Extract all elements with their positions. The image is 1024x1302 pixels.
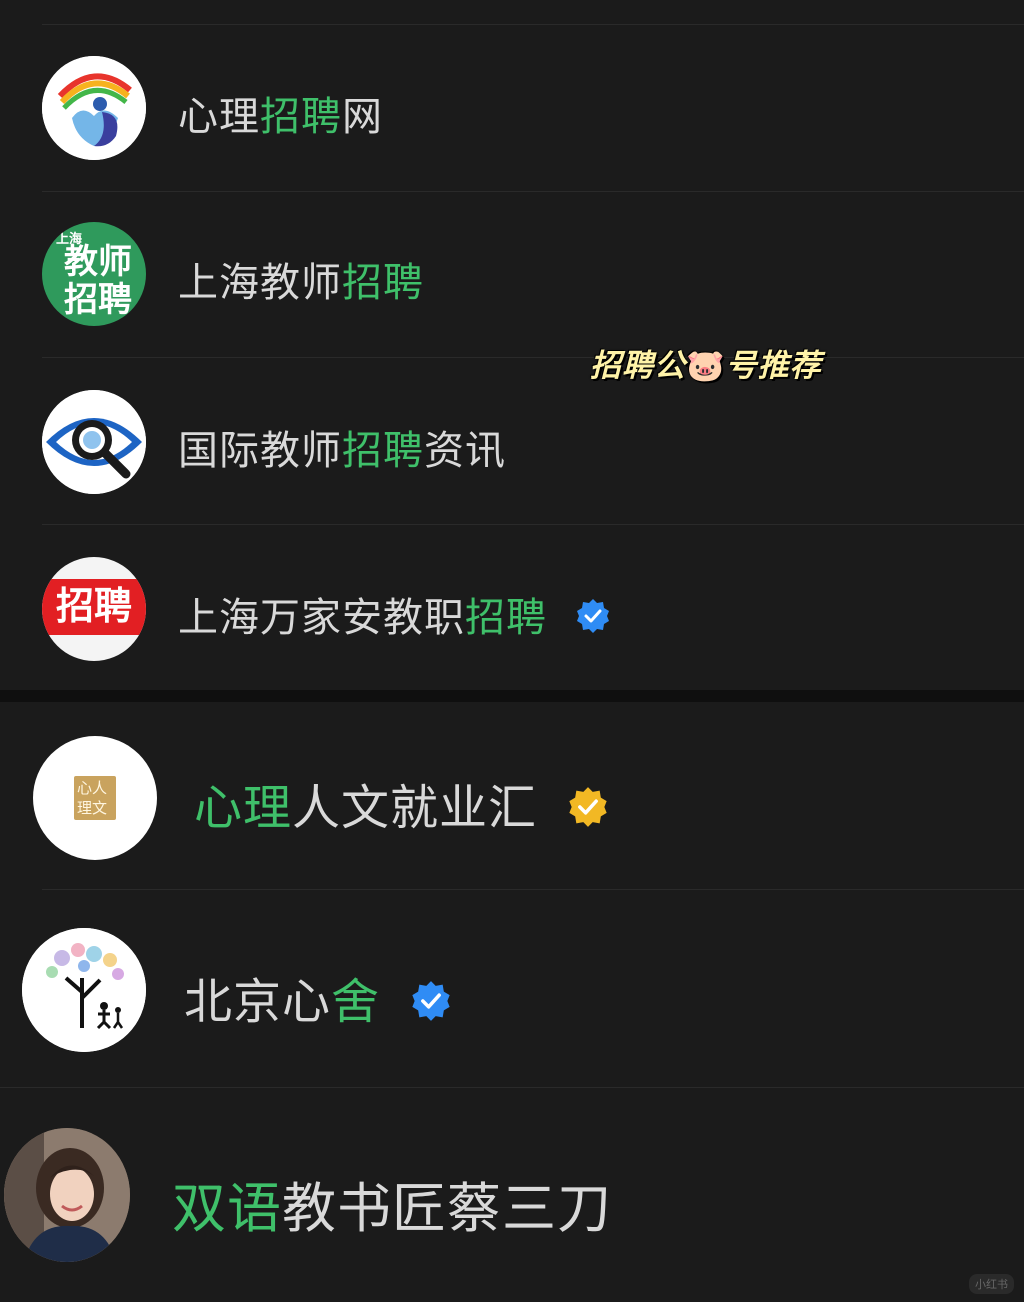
account-name-2: 上海教师招聘 xyxy=(178,260,424,306)
row-divider xyxy=(42,524,1024,525)
account-name-3: 国际教师招聘资讯 xyxy=(178,428,506,474)
verified-badge-icon xyxy=(569,787,607,827)
recommendation-caption: 招聘公🐷号推荐 xyxy=(590,348,822,384)
verified-badge-icon xyxy=(412,981,450,1021)
account-row-5[interactable]: 心人 理文 心理人文就业汇 xyxy=(0,720,1024,888)
butterfly-tree-family-logo-icon xyxy=(22,928,146,1052)
account-name-4: 上海万家安教职招聘 xyxy=(178,585,611,643)
row-divider xyxy=(42,889,1024,890)
section-separator xyxy=(0,690,1024,702)
watermark: 小红书 xyxy=(969,1274,1014,1294)
psychology-heart-rainbow-logo-icon xyxy=(42,56,146,160)
avatar-label-line1: 心人 xyxy=(77,779,108,797)
account-row-2[interactable]: 上海 教师 招聘 上海教师招聘 xyxy=(0,212,1024,354)
avatar-label-line1: 教师 xyxy=(64,242,132,282)
woman-portrait-avatar-icon xyxy=(4,1128,130,1262)
row-divider xyxy=(42,191,1024,192)
account-row-1[interactable]: 心理招聘网 xyxy=(0,48,1024,190)
avatar-label-line2: 招聘 xyxy=(64,280,132,320)
row-divider xyxy=(42,357,1024,358)
account-row-4[interactable]: 招聘 上海万家安教职招聘 xyxy=(0,545,1024,687)
account-row-7[interactable]: 双语教书匠蔡三刀 xyxy=(0,1108,1024,1288)
account-name-5: 心理人文就业汇 xyxy=(194,768,609,838)
account-row-6[interactable]: 北京心舍 xyxy=(0,910,1024,1086)
avatar-label: 招聘 xyxy=(55,584,132,628)
account-name-1: 心理招聘网 xyxy=(178,94,383,140)
verified-badge-icon xyxy=(576,599,609,633)
eye-magnifier-logo-icon xyxy=(42,390,146,494)
pig-face-icon: 🐷 xyxy=(686,348,726,384)
account-name-7: 双语教书匠蔡三刀 xyxy=(172,1177,612,1240)
account-name-6: 北京心舍 xyxy=(184,962,452,1032)
red-recruit-logo-icon: 招聘 xyxy=(42,557,146,661)
green-teacher-recruit-logo-icon: 上海 教师 招聘 xyxy=(42,222,146,326)
avatar-label-line2: 理文 xyxy=(77,799,108,817)
account-row-3[interactable]: 国际教师招聘资讯 xyxy=(0,378,1024,520)
row-divider xyxy=(0,1087,1024,1088)
psych-humanities-seal-logo-icon: 心人 理文 xyxy=(33,736,157,860)
top-divider xyxy=(42,24,1024,25)
